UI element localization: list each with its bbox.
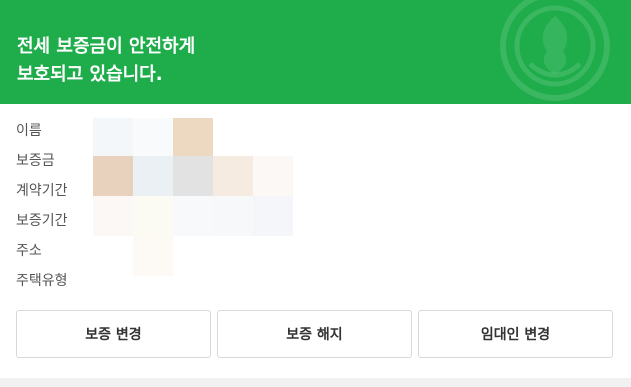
action-buttons: 보증 변경 보증 해지 임대인 변경	[16, 310, 613, 358]
bottom-divider	[0, 378, 631, 387]
mosaic-cell	[93, 196, 133, 236]
status-title-line2: 보호되고 있습니다.	[17, 64, 163, 85]
status-title: 전세 보증금이 안전하게 보호되고 있습니다.	[17, 33, 337, 89]
redacted-values-mosaic	[93, 118, 293, 278]
mosaic-cell	[133, 156, 173, 196]
info-row-address: 주소	[16, 240, 42, 262]
mosaic-cell	[213, 156, 253, 196]
info-row-guarantee-period: 보증기간	[16, 210, 68, 232]
info-row-deposit: 보증금	[16, 150, 55, 172]
cancel-guarantee-button[interactable]: 보증 해지	[217, 310, 412, 358]
guarantee-period-label: 보증기간	[16, 213, 68, 229]
status-title-line1: 전세 보증금이 안전하게	[17, 36, 196, 57]
mosaic-cell	[173, 156, 213, 196]
info-row-house-type: 주택유형	[16, 270, 68, 292]
status-header: 전세 보증금이 안전하게 보호되고 있습니다.	[0, 0, 631, 104]
mosaic-cell	[133, 118, 173, 156]
change-guarantee-button[interactable]: 보증 변경	[16, 310, 211, 358]
mosaic-cell	[93, 156, 133, 196]
name-label: 이름	[16, 123, 42, 139]
mosaic-cell	[173, 196, 213, 236]
mosaic-cell	[253, 196, 293, 236]
mosaic-cell	[133, 196, 173, 236]
mosaic-cell	[133, 236, 173, 276]
contract-period-label: 계약기간	[16, 183, 68, 199]
info-row-name: 이름	[16, 120, 42, 142]
mosaic-cell	[173, 118, 213, 156]
mosaic-cell	[93, 118, 133, 156]
info-row-contract-period: 계약기간	[16, 180, 68, 202]
mosaic-cell	[253, 156, 293, 196]
mosaic-cell	[213, 196, 253, 236]
guarantee-card: 전세 보증금이 안전하게 보호되고 있습니다. 이름 보증금 계약기간 보증기간…	[0, 0, 631, 387]
address-label: 주소	[16, 243, 42, 259]
house-type-label: 주택유형	[16, 273, 68, 289]
change-landlord-button[interactable]: 임대인 변경	[418, 310, 613, 358]
deposit-label: 보증금	[16, 153, 55, 169]
shield-emblem-icon	[500, 0, 610, 101]
